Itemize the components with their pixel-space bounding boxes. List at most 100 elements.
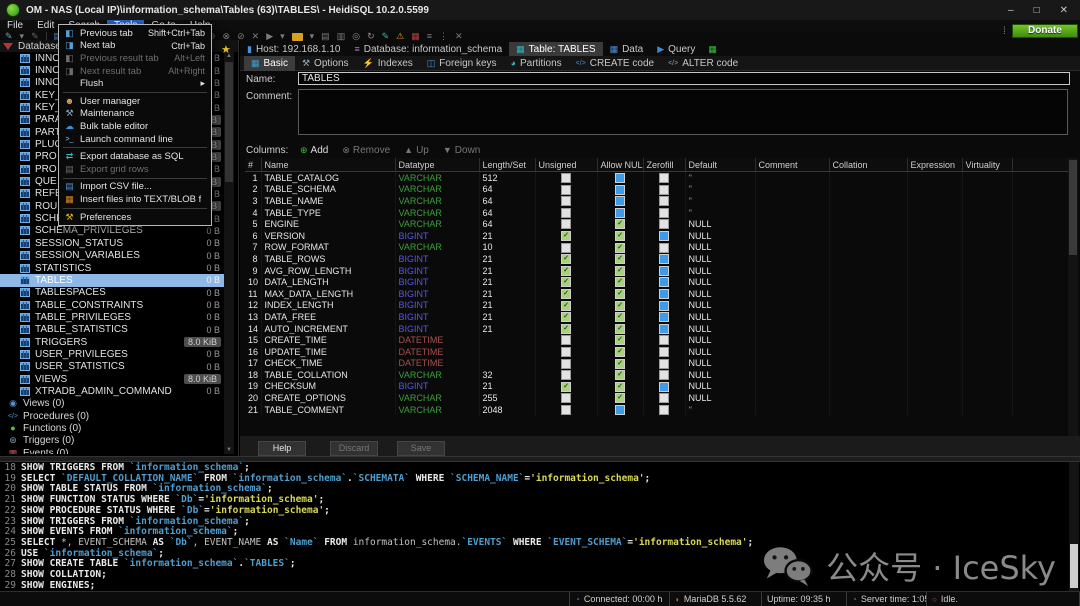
column-header-length-set[interactable]: Length/Set — [479, 158, 535, 172]
refresh-icon[interactable]: ↻ — [367, 31, 375, 42]
allow-null-checkbox[interactable]: ✓ — [615, 382, 625, 392]
log-lines-icon[interactable]: ≡ — [427, 31, 432, 42]
menu-edit[interactable]: Edit — [30, 20, 61, 31]
table-item-xtradb-admin-command[interactable]: XTRADB_ADMIN_COMMAND0 B — [0, 385, 224, 397]
allow-null-checkbox[interactable]: ✓ — [615, 335, 625, 345]
table-row[interactable]: 13DATA_FREEBIGINT21✓✓NULL — [245, 311, 1068, 323]
column-header-collation[interactable]: Collation — [829, 158, 907, 172]
dropdown-caret-icon[interactable]: ▾ — [280, 31, 285, 42]
unsigned-checkbox[interactable]: ✓ — [561, 231, 571, 241]
remove-column-button[interactable]: ⊗ Remove — [342, 145, 390, 156]
table-row[interactable]: 15CREATE_TIMEDATETIME✓NULL — [245, 334, 1068, 346]
unsigned-checkbox[interactable]: ✓ — [561, 301, 571, 311]
table-item-tables[interactable]: TABLES0 B — [0, 274, 224, 286]
table-item-triggers[interactable]: TRIGGERS8.0 KiB — [0, 336, 224, 348]
scroll-thumb[interactable] — [225, 62, 233, 182]
save-icon[interactable]: ▤ — [321, 31, 330, 42]
allow-null-checkbox[interactable] — [615, 173, 625, 183]
warning-icon[interactable]: ⚠ — [396, 31, 404, 42]
menu-file[interactable]: File — [0, 20, 30, 31]
unsigned-checkbox[interactable] — [561, 243, 571, 253]
zerofill-checkbox[interactable] — [659, 382, 669, 392]
table-item-session-variables[interactable]: SESSION_VARIABLES0 B — [0, 250, 224, 262]
table-comment-input[interactable] — [298, 89, 1068, 135]
group-functions-0[interactable]: ●Functions (0) — [0, 422, 224, 434]
unsigned-checkbox[interactable]: ✓ — [561, 289, 571, 299]
tab-database-information-schema[interactable]: ≡Database: information_schema — [347, 42, 509, 56]
table-item-statistics[interactable]: STATISTICS0 B — [0, 262, 224, 274]
more-icon[interactable]: ⋮ — [439, 31, 448, 42]
table-row[interactable]: 7ROW_FORMATVARCHAR10✓NULL — [245, 242, 1068, 254]
table-row[interactable]: 2TABLE_SCHEMAVARCHAR64'' — [245, 184, 1068, 196]
tab-host-192-168-1-10[interactable]: ▮Host: 192.168.1.10 — [240, 42, 347, 56]
allow-null-checkbox[interactable]: ✓ — [615, 254, 625, 264]
allow-null-checkbox[interactable]: ✓ — [615, 324, 625, 334]
allow-null-checkbox[interactable]: ✓ — [615, 359, 625, 369]
donate-button[interactable]: Donate — [1012, 24, 1078, 38]
table-row[interactable]: 14AUTO_INCREMENTBIGINT21✓✓NULL — [245, 323, 1068, 335]
dropdown-caret-icon[interactable]: ▾ — [310, 31, 315, 42]
zerofill-checkbox[interactable] — [659, 173, 669, 183]
zerofill-checkbox[interactable] — [659, 243, 669, 253]
editor-tab-partitions[interactable]: ◕Partitions — [504, 56, 569, 71]
group-procedures-0[interactable]: </>Procedures (0) — [0, 410, 224, 422]
menu-item-launch-command-line[interactable]: >_Launch command line — [59, 133, 211, 146]
unsigned-checkbox[interactable]: ✓ — [561, 266, 571, 276]
delete-icon[interactable]: ✕ — [252, 31, 260, 42]
unsigned-checkbox[interactable] — [561, 335, 571, 345]
table-item-table-constraints[interactable]: TABLE_CONSTRAINTS0 B — [0, 299, 224, 311]
menu-item-import-csv-file[interactable]: ▤Import CSV file... — [59, 181, 211, 194]
table-row[interactable]: 8TABLE_ROWSBIGINT21✓✓NULL — [245, 253, 1068, 265]
grid-scrollbar[interactable] — [1068, 158, 1078, 436]
editor-tab-basic[interactable]: ▦Basic — [244, 56, 295, 71]
group-events-0[interactable]: ▦Events (0) — [0, 447, 224, 454]
editor-tab-foreign-keys[interactable]: ◫Foreign keys — [420, 56, 504, 71]
allow-null-checkbox[interactable]: ✓ — [615, 277, 625, 287]
table-item-views[interactable]: VIEWS8.0 KiB — [0, 373, 224, 385]
table-row[interactable]: 9AVG_ROW_LENGTHBIGINT21✓✓NULL — [245, 265, 1068, 277]
table-row[interactable]: 11MAX_DATA_LENGTHBIGINT21✓✓NULL — [245, 288, 1068, 300]
move-down-button[interactable]: ▼ Down — [443, 145, 481, 156]
unsigned-checkbox[interactable] — [561, 219, 571, 229]
allow-null-checkbox[interactable]: ✓ — [615, 231, 625, 241]
column-header-default[interactable]: Default — [685, 158, 755, 172]
table-item-user-statistics[interactable]: USER_STATISTICS0 B — [0, 361, 224, 373]
table-row[interactable]: 19CHECKSUMBIGINT21✓✓NULL — [245, 381, 1068, 393]
allow-null-checkbox[interactable]: ✓ — [615, 301, 625, 311]
table-item-tablespaces[interactable]: TABLESPACES0 B — [0, 287, 224, 299]
close-button[interactable]: ✕ — [1060, 5, 1068, 16]
zerofill-checkbox[interactable] — [659, 335, 669, 345]
allow-null-checkbox[interactable]: ✓ — [615, 289, 625, 299]
editor-tab-indexes[interactable]: ⚡Indexes — [356, 56, 420, 71]
copy-icon[interactable]: ▥ — [337, 31, 346, 42]
table-row[interactable]: 6VERSIONBIGINT21✓✓NULL — [245, 230, 1068, 242]
table-item-session-status[interactable]: SESSION_STATUS0 B — [0, 237, 224, 249]
group-views-0[interactable]: ◉Views (0) — [0, 398, 224, 410]
column-header-allow-null[interactable]: Allow NULL — [597, 158, 643, 172]
menu-item-previous-result-tab[interactable]: ◧Previous result tabAlt+Left — [59, 52, 211, 65]
table-row[interactable]: 4TABLE_TYPEVARCHAR64'' — [245, 207, 1068, 219]
menu-item-next-tab[interactable]: ◨Next tabCtrl+Tab — [59, 40, 211, 53]
zerofill-checkbox[interactable] — [659, 405, 669, 415]
unsigned-checkbox[interactable] — [561, 347, 571, 357]
zerofill-checkbox[interactable] — [659, 208, 669, 218]
io-badge-icon[interactable]: ▦ — [411, 31, 420, 42]
unsigned-checkbox[interactable]: ✓ — [561, 277, 571, 287]
help-button[interactable]: Help — [258, 441, 306, 456]
allow-null-checkbox[interactable]: ✓ — [615, 312, 625, 322]
menu-item-previous-tab[interactable]: ◧Previous tabShift+Ctrl+Tab — [59, 27, 211, 40]
table-row[interactable]: 16UPDATE_TIMEDATETIME✓NULL — [245, 346, 1068, 358]
zerofill-checkbox[interactable] — [659, 359, 669, 369]
allow-null-checkbox[interactable]: ✓ — [615, 347, 625, 357]
column-header-filler[interactable] — [1012, 158, 1068, 172]
column-header-[interactable]: # — [245, 158, 261, 172]
unsigned-checkbox[interactable] — [561, 393, 571, 403]
close-icon[interactable]: ✕ — [455, 31, 463, 42]
move-up-button[interactable]: ▲ Up — [404, 145, 429, 156]
table-row[interactable]: 21TABLE_COMMENTVARCHAR2048'' — [245, 404, 1068, 416]
search-icon[interactable]: ◎ — [352, 31, 360, 42]
grid-scroll-thumb[interactable] — [1069, 160, 1077, 255]
zerofill-checkbox[interactable] — [659, 185, 669, 195]
zerofill-checkbox[interactable] — [659, 254, 669, 264]
unsigned-checkbox[interactable] — [561, 185, 571, 195]
